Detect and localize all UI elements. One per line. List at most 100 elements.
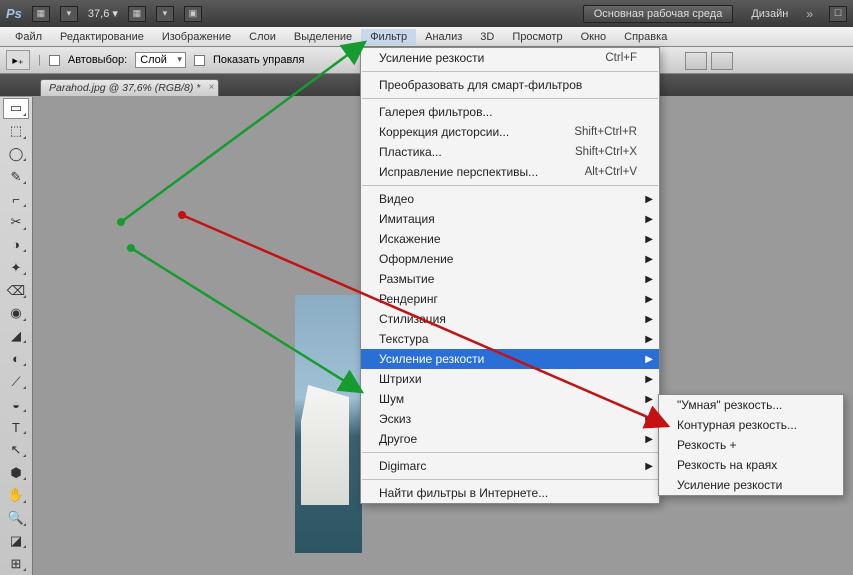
- menu-item[interactable]: Преобразовать для смарт-фильтров: [361, 75, 659, 95]
- tool-3[interactable]: ✎: [3, 166, 29, 187]
- tool-6[interactable]: ◑: [3, 235, 29, 256]
- submenu-arrow-icon: ▶: [645, 234, 653, 245]
- tool-19[interactable]: ◪: [3, 531, 29, 552]
- menu-item[interactable]: Видео▶: [361, 189, 659, 209]
- screen-mode-icon[interactable]: ▣: [184, 6, 202, 22]
- close-icon[interactable]: ×: [208, 82, 214, 93]
- tool-14[interactable]: T: [3, 417, 29, 438]
- workspace-expand-icon[interactable]: »: [806, 7, 813, 21]
- document-image: [295, 295, 362, 553]
- menu-item[interactable]: Стилизация▶: [361, 309, 659, 329]
- menu-файл[interactable]: Файл: [6, 29, 51, 45]
- move-tool-icon[interactable]: ▸₊: [6, 50, 30, 70]
- menu-item-label: Эскиз: [379, 412, 411, 426]
- tool-1[interactable]: ⬚: [3, 121, 29, 142]
- menu-separator: [362, 479, 658, 480]
- menu-item[interactable]: Пластика...Shift+Ctrl+X: [361, 142, 659, 162]
- menu-item[interactable]: Другое▶: [361, 429, 659, 449]
- menu-item[interactable]: Размытие▶: [361, 269, 659, 289]
- menu-item[interactable]: Digimarc ▶: [361, 456, 659, 476]
- panel-icon-1[interactable]: [685, 52, 707, 70]
- menu-item-label: Усиление резкости: [379, 352, 484, 366]
- menu-item[interactable]: Имитация▶: [361, 209, 659, 229]
- menu-item[interactable]: Исправление перспективы... Alt+Ctrl+V: [361, 162, 659, 182]
- menu-item[interactable]: Искажение▶: [361, 229, 659, 249]
- menu-просмотр[interactable]: Просмотр: [503, 29, 571, 45]
- menu-item[interactable]: Эскиз▶: [361, 409, 659, 429]
- menu-item[interactable]: Шум▶: [361, 389, 659, 409]
- menu-item[interactable]: Усиление резкостиCtrl+F: [361, 48, 659, 68]
- show-controls-label: Показать управля: [213, 54, 304, 66]
- menubar: ФайлРедактированиеИзображениеСлоиВыделен…: [0, 27, 853, 47]
- document-tab-title: Parahod.jpg @ 37,6% (RGB/8) *: [49, 82, 200, 94]
- submenu-item[interactable]: "Умная" резкость...: [659, 395, 843, 415]
- workspace-button[interactable]: Основная рабочая среда: [583, 5, 734, 23]
- menu-item[interactable]: Галерея фильтров...: [361, 102, 659, 122]
- tool-20[interactable]: ⊞: [3, 553, 29, 574]
- menu-item-label: Размытие: [379, 272, 434, 286]
- tool-8[interactable]: ⌫: [3, 280, 29, 301]
- menu-редактирование[interactable]: Редактирование: [51, 29, 153, 45]
- menu-окно[interactable]: Окно: [572, 29, 616, 45]
- menu-separator: [362, 71, 658, 72]
- tool-12[interactable]: ⟋: [3, 371, 29, 392]
- menu-item[interactable]: Текстура▶: [361, 329, 659, 349]
- tool-7[interactable]: ✦: [3, 257, 29, 278]
- submenu-arrow-icon: ▶: [645, 314, 653, 325]
- zoom-value[interactable]: 37,6 ▾: [88, 7, 118, 20]
- submenu-arrow-icon: ▶: [645, 461, 653, 472]
- view-extras-icon[interactable]: ▦: [128, 6, 146, 22]
- arrange-icon[interactable]: ▾: [156, 6, 174, 22]
- menu-item-label: Галерея фильтров...: [379, 105, 492, 119]
- tool-18[interactable]: 🔍: [3, 508, 29, 529]
- menu-item[interactable]: Штрихи▶: [361, 369, 659, 389]
- autoselect-dropdown[interactable]: Слой: [135, 52, 186, 68]
- menu-3d[interactable]: 3D: [471, 29, 503, 45]
- document-tab[interactable]: Parahod.jpg @ 37,6% (RGB/8) * ×: [40, 79, 219, 96]
- submenu-arrow-icon: ▶: [645, 334, 653, 345]
- menu-item-label: Digimarc: [379, 459, 426, 473]
- menu-фильтр[interactable]: Фильтр: [361, 29, 416, 45]
- minibridge-icon[interactable]: ▾: [60, 6, 78, 22]
- menu-item[interactable]: Рендеринг▶: [361, 289, 659, 309]
- tool-13[interactable]: ◒: [3, 394, 29, 415]
- tool-9[interactable]: ◉: [3, 303, 29, 324]
- menu-item-label: Видео: [379, 192, 414, 206]
- tool-2[interactable]: ◯: [3, 144, 29, 165]
- tool-11[interactable]: ◐: [3, 348, 29, 369]
- menu-shortcut: Shift+Ctrl+X: [575, 146, 637, 158]
- cslive-icon[interactable]: ☐: [829, 6, 847, 22]
- submenu-item[interactable]: Контурная резкость...: [659, 415, 843, 435]
- workspace-label[interactable]: Дизайн: [743, 8, 796, 20]
- menu-item[interactable]: Усиление резкости▶: [361, 349, 659, 369]
- menu-слои[interactable]: Слои: [240, 29, 285, 45]
- tool-17[interactable]: ✋: [3, 485, 29, 506]
- submenu-item[interactable]: Резкость +: [659, 435, 843, 455]
- menu-item[interactable]: Найти фильтры в Интернете...: [361, 483, 659, 503]
- menu-item-label: Рендеринг: [379, 292, 438, 306]
- menu-справка[interactable]: Справка: [615, 29, 676, 45]
- panel-icon-2[interactable]: [711, 52, 733, 70]
- autoselect-checkbox[interactable]: [49, 55, 60, 66]
- tool-0[interactable]: ▭: [3, 98, 29, 119]
- submenu-item[interactable]: Усиление резкости: [659, 475, 843, 495]
- menu-item[interactable]: Оформление▶: [361, 249, 659, 269]
- toolbox: ▭⬚◯✎⌐✂◑✦⌫◉◢◐⟋◒T↖⬢✋🔍◪⊞: [0, 97, 33, 575]
- menu-separator: [362, 452, 658, 453]
- menu-shortcut: Alt+Ctrl+V: [585, 166, 637, 178]
- tool-10[interactable]: ◢: [3, 326, 29, 347]
- submenu-item-label: Резкость на краях: [677, 458, 777, 472]
- menu-item-label: Исправление перспективы...: [379, 165, 538, 179]
- tool-15[interactable]: ↖: [3, 439, 29, 460]
- tool-5[interactable]: ✂: [3, 212, 29, 233]
- tool-16[interactable]: ⬢: [3, 462, 29, 483]
- bridge-icon[interactable]: ▦: [32, 6, 50, 22]
- menu-item-label: Имитация: [379, 212, 435, 226]
- submenu-item[interactable]: Резкость на краях: [659, 455, 843, 475]
- menu-item[interactable]: Коррекция дисторсии...Shift+Ctrl+R: [361, 122, 659, 142]
- tool-4[interactable]: ⌐: [3, 189, 29, 210]
- show-controls-checkbox[interactable]: [194, 55, 205, 66]
- menu-анализ[interactable]: Анализ: [416, 29, 471, 45]
- menu-изображение[interactable]: Изображение: [153, 29, 240, 45]
- menu-выделение[interactable]: Выделение: [285, 29, 361, 45]
